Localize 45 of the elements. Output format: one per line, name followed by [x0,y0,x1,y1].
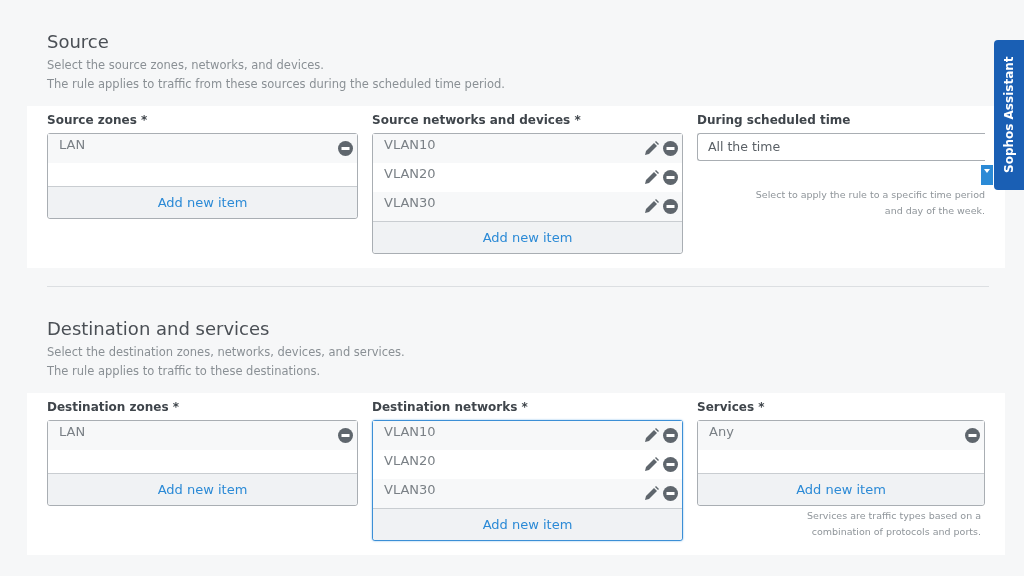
field-label: Destination zones * [47,399,181,415]
list-item[interactable]: VLAN30 [384,192,436,210]
remove-icon[interactable] [663,170,678,185]
pencil-icon[interactable] [644,428,659,443]
list-item[interactable]: LAN [59,134,86,152]
pencil-icon[interactable] [644,486,659,501]
remove-icon[interactable] [338,141,353,156]
pencil-icon[interactable] [644,199,659,214]
list-item[interactable]: LAN [59,421,86,439]
dropdown-field[interactable]: All the time [697,133,985,161]
help-text: Select to apply the rule to a specific time period and day of the week. [754,188,985,218]
add-item-button[interactable]: Add new item [373,508,682,540]
remove-icon[interactable] [663,457,678,472]
add-item-button[interactable]: Add new item [48,186,357,218]
field-label: Source zones * [47,112,149,128]
section-description: The rule applies to traffic to these destinations. [47,363,322,380]
section-title: Source [47,30,110,54]
remove-icon[interactable] [663,199,678,214]
remove-icon[interactable] [663,486,678,501]
help-text: Services are traffic types based on a combination of protocols and ports. [806,509,982,539]
list-item[interactable]: VLAN20 [384,163,436,181]
pencil-icon[interactable] [644,170,659,185]
remove-icon[interactable] [663,428,678,443]
field-label: Services * [697,399,766,415]
remove-icon[interactable] [965,428,980,443]
list-item[interactable]: Any [709,421,734,439]
list-item[interactable]: VLAN20 [384,450,436,468]
section-description: Select the destination zones, networks, devices, and services. [47,344,406,361]
field-label: Source networks and devices * [372,112,582,128]
field-label: Destination networks * [372,399,529,415]
list-item[interactable]: VLAN10 [384,134,436,152]
list-item[interactable]: VLAN10 [384,421,436,439]
field-label: During scheduled time [697,112,852,128]
add-item-button[interactable]: Add new item [698,473,984,505]
assistant-tab[interactable]: Sophos Assistant [994,40,1024,190]
caret-icon[interactable] [984,169,990,173]
dropdown-button[interactable] [981,165,993,185]
remove-icon[interactable] [338,428,353,443]
add-item-button[interactable]: Add new item [48,473,357,505]
remove-icon[interactable] [663,141,678,156]
pencil-icon[interactable] [644,141,659,156]
pencil-icon[interactable] [644,457,659,472]
add-item-button[interactable]: Add new item [373,221,682,253]
list-item[interactable]: VLAN30 [384,479,436,497]
section-title: Destination and services [47,317,271,341]
